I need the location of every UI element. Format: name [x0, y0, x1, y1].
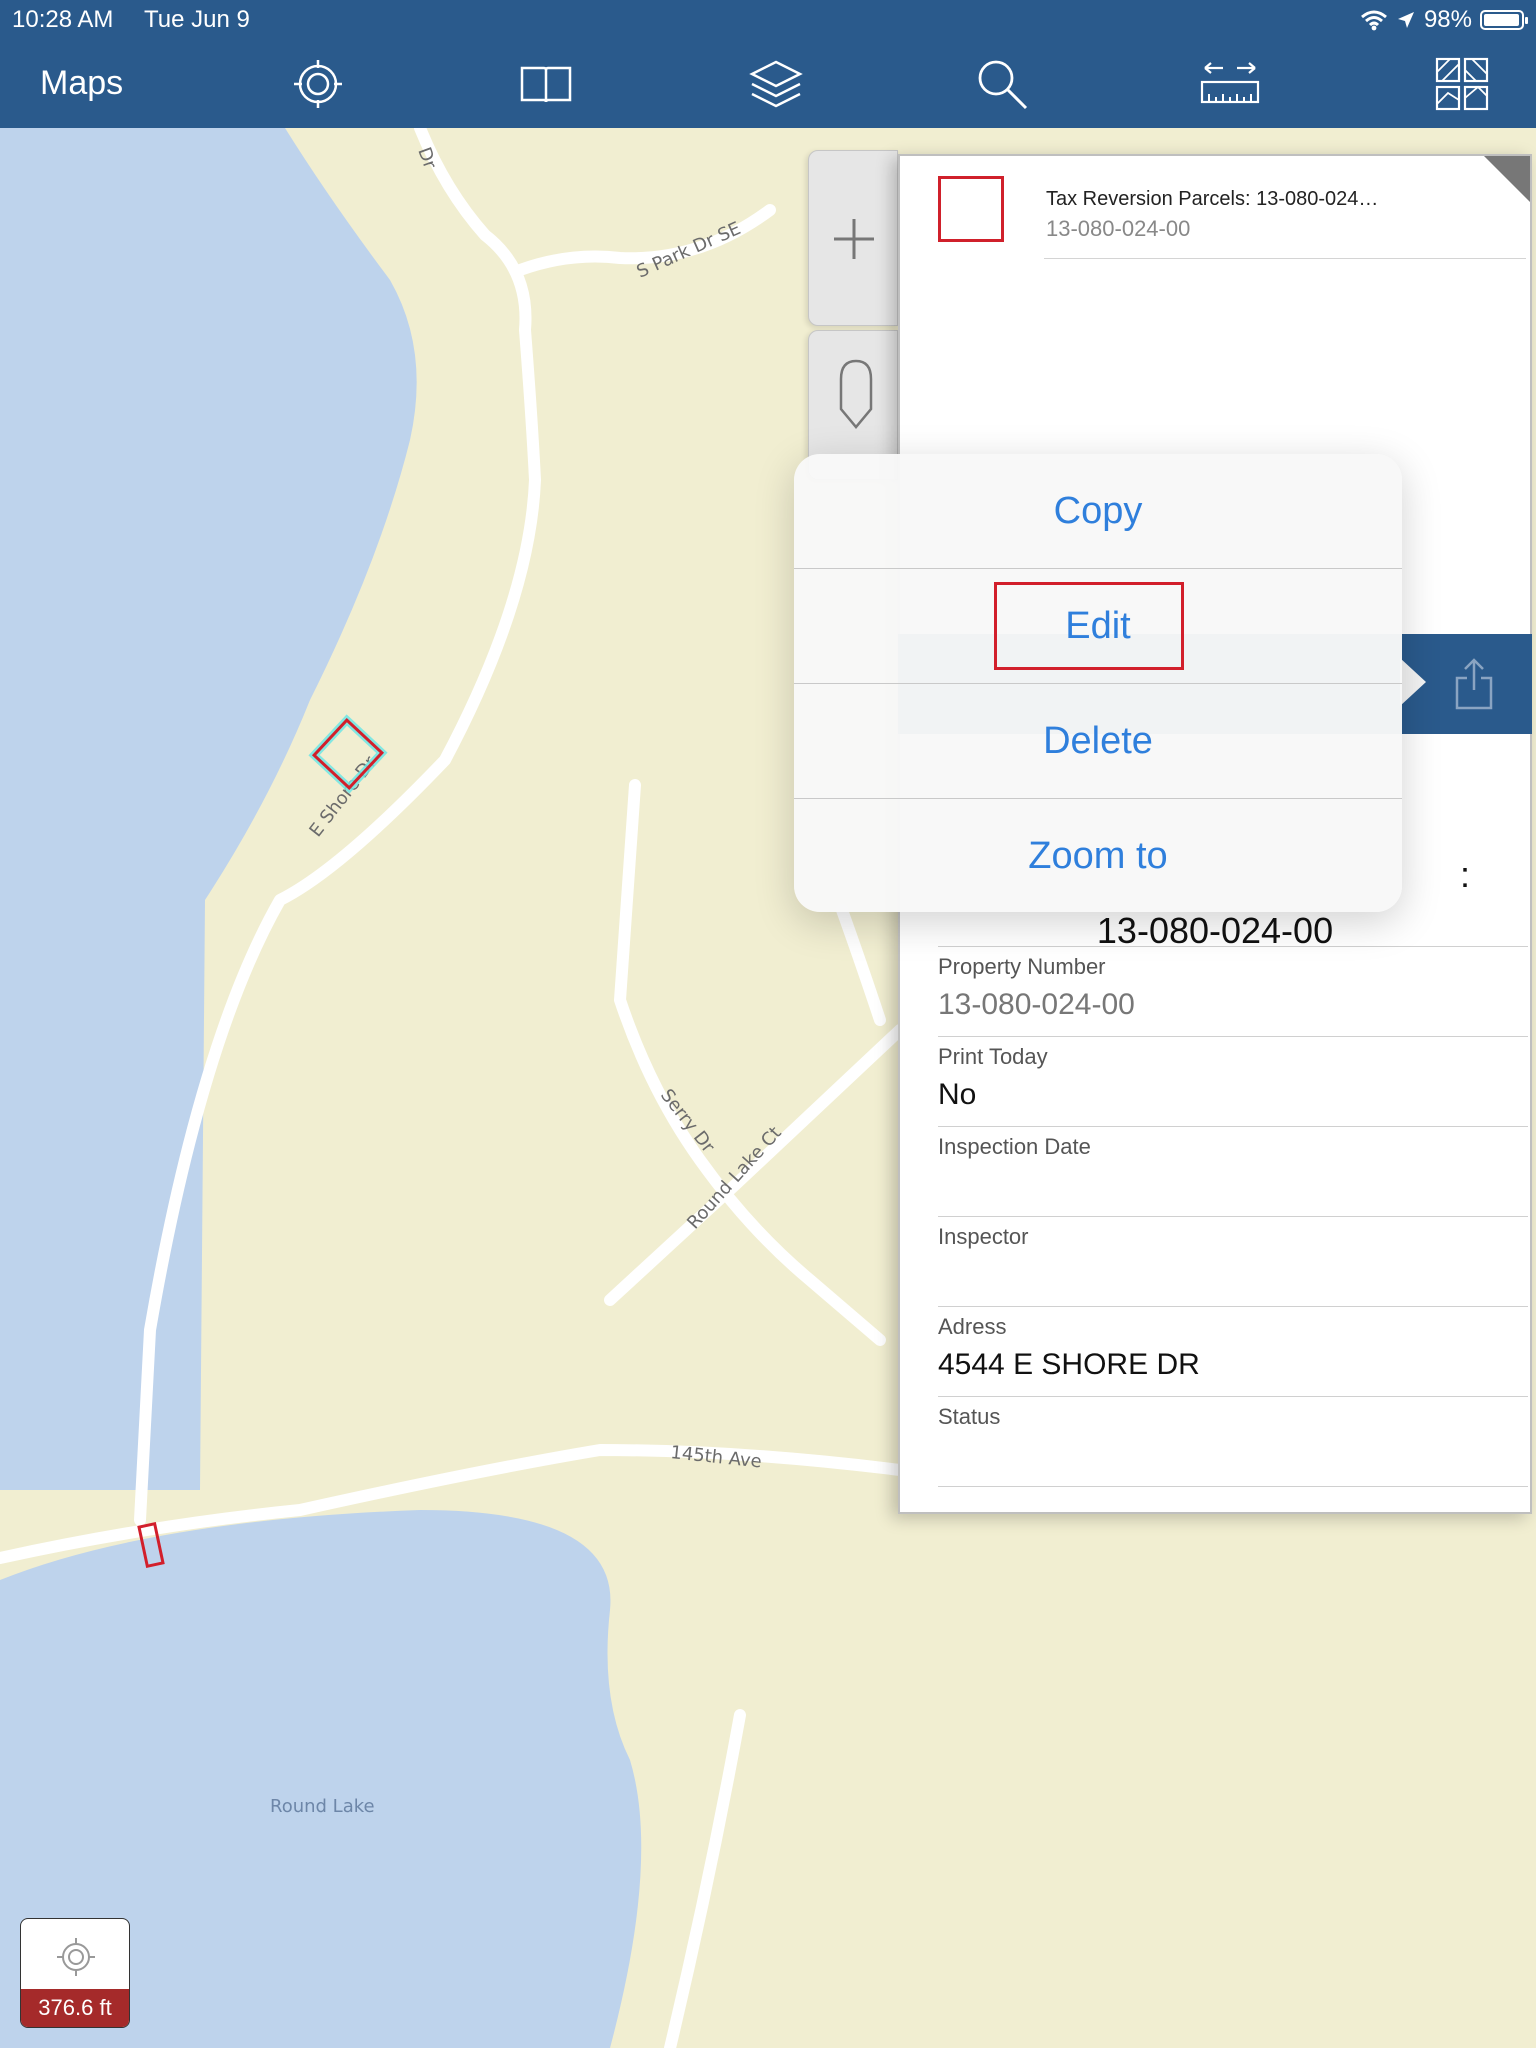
- layers-icon[interactable]: [744, 54, 808, 114]
- field-label: Inspection Date: [938, 1134, 1091, 1159]
- field-value: 4544 E SHORE DR: [938, 1348, 1200, 1381]
- map-label-round-lake: Round Lake: [270, 1796, 375, 1817]
- scale-label: 376.6 ft: [21, 1989, 129, 2027]
- zoom-in-button[interactable]: [808, 150, 898, 326]
- menu-item-delete[interactable]: Delete: [794, 684, 1402, 798]
- plus-icon: [834, 219, 874, 259]
- field-label: Adress: [938, 1314, 1007, 1339]
- parcel-thumbnail: [938, 176, 1004, 242]
- field-label: Print Today: [938, 1044, 1048, 1069]
- top-toolbar: Maps: [0, 40, 1536, 128]
- field-inspection-date: Inspection Date: [938, 1126, 1528, 1217]
- field-value: 13-080-024-00: [938, 988, 1135, 1021]
- locate-icon[interactable]: [286, 54, 350, 114]
- measure-icon[interactable]: [1198, 54, 1262, 114]
- share-icon[interactable]: [1454, 656, 1494, 712]
- menu-item-copy[interactable]: Copy: [794, 454, 1402, 568]
- field-print-today: Print Today No: [938, 1036, 1528, 1127]
- edit-highlight-box: [994, 582, 1184, 670]
- gps-icon: [57, 1938, 95, 1976]
- corner-fold-icon: [1484, 156, 1530, 202]
- status-time: 10:28 AM: [12, 6, 114, 33]
- result-list-item[interactable]: Tax Reversion Parcels: 13-080-024… 13-08…: [908, 156, 1528, 260]
- battery-icon: [1480, 10, 1528, 30]
- result-title: Tax Reversion Parcels: 13-080-024…: [1046, 188, 1379, 210]
- wifi-icon: [1360, 10, 1387, 31]
- status-bar: 10:28 AM Tue Jun 9 98%: [0, 0, 1536, 40]
- field-value: No: [938, 1078, 977, 1111]
- callout-pointer: [1400, 658, 1426, 706]
- battery-percent: 98%: [1423, 6, 1472, 33]
- field-label: Inspector: [938, 1224, 1029, 1249]
- status-date: Tue Jun 9: [144, 6, 250, 33]
- result-subtitle: 13-080-024-00: [1046, 216, 1191, 241]
- field-status: Status: [938, 1396, 1528, 1487]
- status-right: 98%: [1360, 6, 1528, 34]
- field-label: Property Number: [938, 954, 1106, 979]
- field-inspector: Inspector: [938, 1216, 1528, 1307]
- basemap-icon[interactable]: [1430, 54, 1494, 114]
- field-label: Status: [938, 1404, 1001, 1429]
- search-icon[interactable]: [970, 54, 1034, 114]
- context-menu: Copy Edit Delete Zoom to: [794, 454, 1402, 912]
- maps-button[interactable]: Maps: [40, 64, 123, 103]
- menu-item-zoom-to[interactable]: Zoom to: [794, 799, 1402, 912]
- field-address: Adress 4544 E SHORE DR: [938, 1306, 1528, 1397]
- divider: [1044, 258, 1526, 259]
- location-arrow-icon: [1397, 12, 1414, 28]
- details-header-colon: :: [1460, 854, 1471, 895]
- scale-widget[interactable]: 376.6 ft: [20, 1918, 130, 2028]
- field-property-number: Property Number 13-080-024-00: [938, 946, 1528, 1037]
- bookmarks-icon[interactable]: [514, 54, 578, 114]
